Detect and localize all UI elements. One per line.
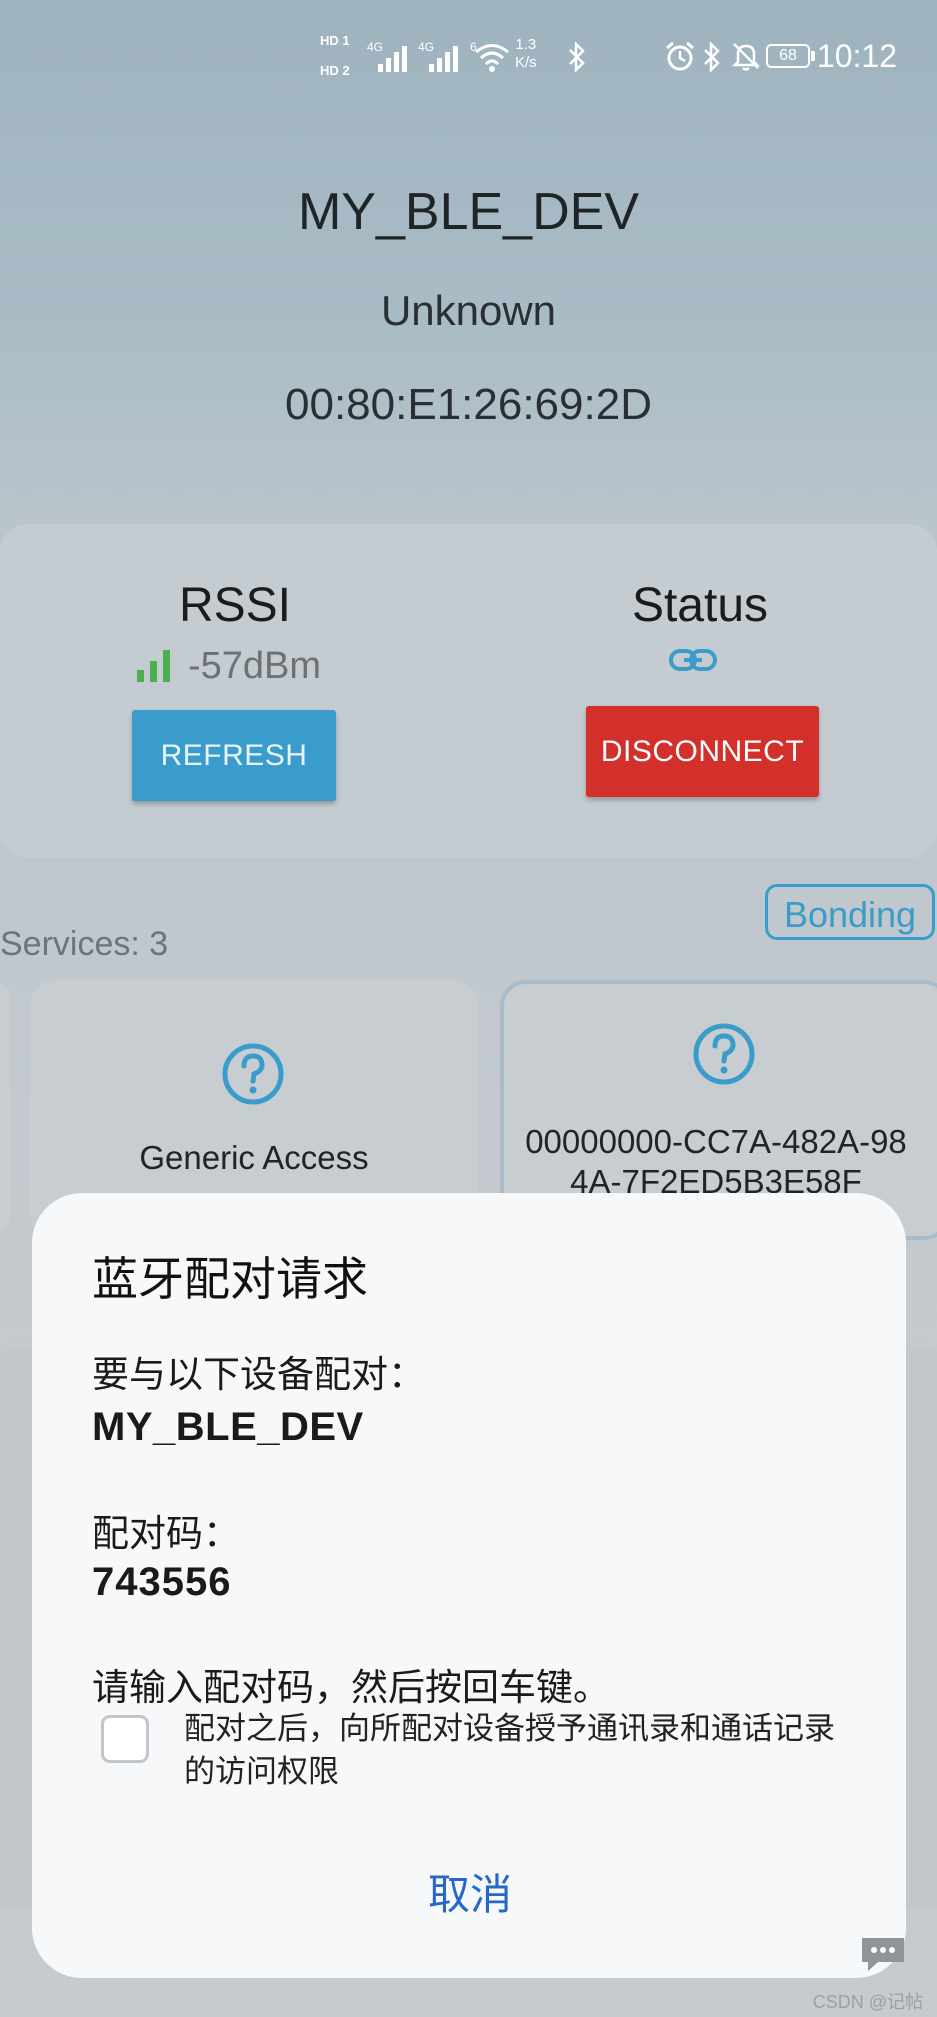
- question-icon: [222, 1043, 284, 1105]
- cancel-button[interactable]: 取消: [370, 1860, 570, 1923]
- contacts-access-checkbox[interactable]: [101, 1715, 149, 1763]
- device-type: Unknown: [380, 287, 557, 334]
- device-name: MY_BLE_DEV: [297, 183, 640, 241]
- link-icon: [669, 649, 717, 671]
- rssi-value: -57dBm: [188, 645, 322, 687]
- signal-icon: [378, 46, 407, 72]
- sim1-label: HD 1: [320, 33, 350, 48]
- alarm-icon: [666, 41, 694, 71]
- battery-level: 68: [779, 47, 797, 64]
- wifi-icon: [475, 44, 509, 72]
- pair-with-label: 要与以下设备配对：: [92, 1353, 425, 1396]
- pair-device-name: MY_BLE_DEV: [92, 1405, 364, 1449]
- services-count: Services: 3: [0, 925, 169, 963]
- signal-strength-icon: [137, 650, 170, 682]
- speed-value: 1.3: [515, 36, 537, 53]
- service-label: Generic Access: [139, 1139, 369, 1176]
- device-address: 00:80:E1:26:69:2D: [285, 380, 652, 429]
- battery-icon: 68: [766, 44, 810, 68]
- refresh-button[interactable]: REFRESH: [132, 710, 336, 801]
- pair-code: 743556: [92, 1560, 232, 1604]
- device-info-card: [0, 524, 937, 858]
- battery-cap: [811, 51, 815, 61]
- pair-code-label: 配对码：: [92, 1512, 240, 1555]
- bonding-badge[interactable]: Bonding: [765, 884, 935, 940]
- clock: 10:12: [816, 38, 897, 74]
- contacts-access-label[interactable]: 配对之后，向所配对设备授予通讯录和通话记录的访问权限: [184, 1708, 844, 1794]
- signal-icon: [429, 46, 458, 72]
- rssi-title: RSSI: [178, 579, 292, 632]
- status-title: Status: [631, 579, 769, 632]
- sim2-label: HD 2: [320, 63, 350, 78]
- service-uuid-line1: 00000000-CC7A-482A-98: [525, 1123, 907, 1160]
- bluetooth-icon: [569, 42, 585, 72]
- service-card-partial[interactable]: [0, 982, 10, 1232]
- mute-icon: [731, 43, 761, 71]
- speed-unit: K/s: [515, 54, 537, 71]
- chat-bubble-icon: [862, 1938, 904, 1971]
- question-icon: [693, 1023, 755, 1085]
- status-bar: HD 1 HD 2 4G 4G 6 1.3 K/s 68 10:12: [0, 0, 937, 110]
- network-speed: 1.3 K/s: [515, 36, 537, 72]
- dialog-title: 蓝牙配对请求: [92, 1252, 368, 1306]
- pair-instruction: 请输入配对码，然后按回车键。: [92, 1666, 610, 1709]
- watermark: CSDN @记帖: [812, 1992, 923, 2012]
- disconnect-button[interactable]: DISCONNECT: [586, 706, 819, 797]
- bluetooth-icon: [704, 42, 720, 72]
- service-uuid: 00000000-CC7A-482A-98 4A-7F2ED5B3E58F: [496, 1122, 936, 1202]
